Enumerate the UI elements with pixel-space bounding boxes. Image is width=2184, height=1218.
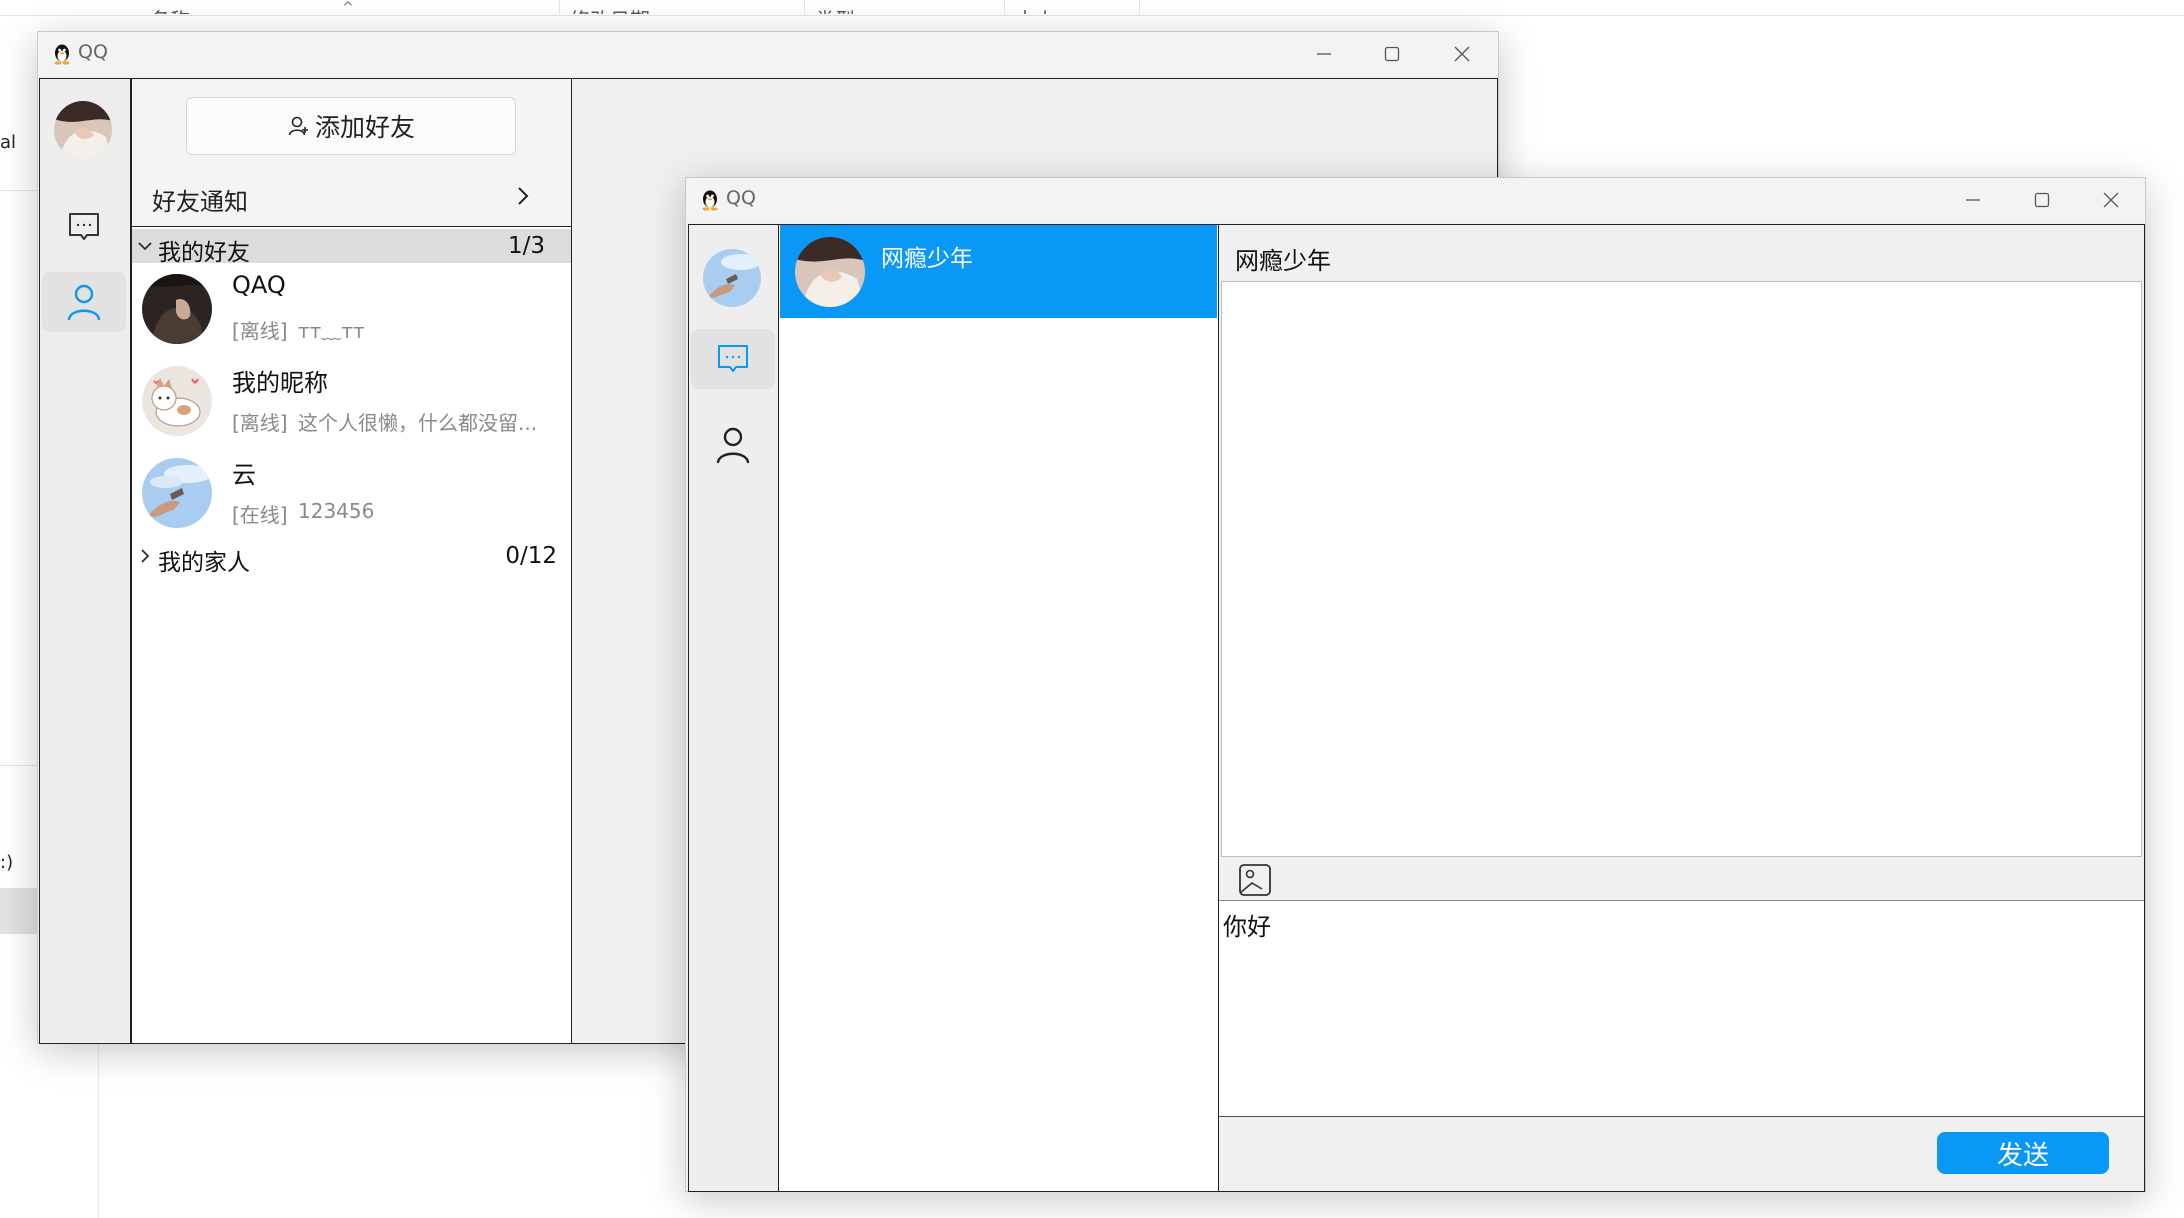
avatar-photo-icon — [54, 101, 112, 159]
sort-arrow-icon: ^ — [342, 0, 354, 16]
sidebar-fragment-label: :) — [0, 852, 14, 873]
user-avatar[interactable] — [54, 101, 112, 159]
person-icon — [67, 284, 101, 321]
friend-item[interactable]: QAQ [离线] ᴛᴛ﹏ᴛᴛ — [132, 263, 571, 355]
chat-title: 网瘾少年 — [1235, 247, 1331, 275]
group-name: 我的好友 — [158, 240, 250, 266]
title-bar[interactable]: QQ — [38, 32, 1498, 76]
friend-avatar — [142, 274, 212, 344]
nav-rail — [688, 224, 779, 1192]
add-friend-label: 添加好友 — [314, 113, 415, 142]
message-input[interactable]: 你好 — [1219, 901, 2144, 1117]
sidebar-divider — [0, 765, 38, 766]
friend-status: [离线] — [232, 411, 288, 435]
image-icon — [1239, 864, 1271, 896]
friend-status: [离线] — [232, 319, 288, 343]
title-bar[interactable]: QQ — [686, 178, 2145, 222]
avatar-photo-icon — [142, 274, 212, 344]
chat-window: QQ 网瘾少年 网瘾少年 你好 发送 — [685, 177, 2146, 1192]
chat-bubble-icon — [718, 345, 748, 372]
group-count: 0/12 — [505, 543, 557, 569]
image-button[interactable] — [1237, 863, 1273, 897]
conversation-avatar — [795, 237, 865, 307]
avatar-photo-icon — [795, 237, 865, 307]
chat-toolbar — [1219, 857, 2144, 901]
chevron-down-icon — [138, 242, 152, 251]
conversation-name: 网瘾少年 — [881, 246, 973, 272]
chat-bubble-icon — [69, 213, 99, 240]
group-header-my-friends[interactable]: 我的好友 1/3 — [132, 229, 571, 266]
close-icon — [2103, 192, 2119, 208]
close-button[interactable] — [1428, 32, 1496, 76]
avatar-sky-photo-icon — [142, 458, 212, 528]
group-name: 我的家人 — [158, 550, 250, 576]
avatar-cat-illustration-icon — [142, 366, 212, 436]
friend-avatar — [142, 366, 212, 436]
column-type[interactable]: 类型 — [805, 0, 1005, 14]
friend-signature: 这个人很懒，什么都没留... — [298, 411, 538, 435]
input-text: 你好 — [1223, 913, 1271, 941]
friend-item[interactable]: 我的昵称 [离线] 这个人很懒，什么都没留... — [132, 355, 571, 447]
friend-signature: 123456 — [298, 499, 375, 523]
column-header-bar: 名称 修改日期 类型 大小 ^ — [0, 0, 2184, 16]
friend-signature: ᴛᴛ﹏ᴛᴛ — [298, 319, 365, 343]
maximize-icon — [1384, 46, 1400, 62]
nav-contacts[interactable] — [691, 415, 775, 475]
add-person-icon — [288, 116, 308, 136]
friend-name: 云 — [232, 461, 256, 489]
avatar-sky-photo-icon — [703, 249, 761, 307]
sidebar-divider — [0, 190, 38, 191]
contacts-toolbar: 添加好友 好友通知 — [132, 79, 571, 227]
qq-penguin-icon — [702, 190, 718, 211]
chevron-right-icon — [518, 187, 529, 205]
nav-rail — [39, 78, 131, 1044]
chat-area: 网瘾少年 你好 发送 — [1219, 224, 2145, 1192]
chat-header: 网瘾少年 — [1219, 225, 2144, 281]
conversation-list: 网瘾少年 — [779, 224, 1219, 1192]
user-avatar[interactable] — [703, 249, 761, 307]
group-count: 1/3 — [507, 233, 545, 259]
close-icon — [1454, 46, 1470, 62]
content-divider — [98, 1030, 99, 1218]
column-date[interactable]: 修改日期 — [560, 0, 805, 14]
minimize-icon — [1966, 199, 1980, 201]
chevron-right-icon — [141, 549, 150, 563]
close-button[interactable] — [2077, 178, 2145, 222]
maximize-button[interactable] — [1358, 32, 1426, 76]
friend-notice-row[interactable]: 好友通知 — [132, 169, 571, 225]
friend-avatar — [142, 458, 212, 528]
add-friend-button[interactable]: 添加好友 — [186, 97, 516, 155]
friend-status: [在线] — [232, 503, 288, 527]
sidebar-selected-item[interactable] — [0, 888, 38, 934]
window-title: QQ — [78, 41, 108, 63]
group-header-my-family[interactable]: 我的家人 0/12 — [132, 539, 571, 576]
nav-messages[interactable] — [691, 329, 775, 389]
person-icon — [716, 427, 750, 464]
nav-contacts[interactable] — [42, 272, 126, 332]
minimize-button[interactable] — [1290, 32, 1358, 76]
conversation-item[interactable]: 网瘾少年 — [780, 225, 1217, 318]
window-title: QQ — [726, 187, 756, 209]
send-button[interactable]: 发送 — [1937, 1132, 2109, 1174]
contacts-panel: 添加好友 好友通知 我的好友 1/3 QAQ [离线] ᴛᴛ﹏ᴛᴛ 我的昵称 [… — [131, 78, 572, 1044]
qq-penguin-icon — [54, 44, 70, 65]
column-size[interactable]: 大小 — [1005, 0, 1140, 14]
nav-messages[interactable] — [42, 197, 126, 257]
friend-name: QAQ — [232, 271, 286, 299]
maximize-icon — [2034, 192, 2050, 208]
minimize-button[interactable] — [1939, 178, 2007, 222]
friend-notice-label: 好友通知 — [152, 188, 248, 216]
friend-item[interactable]: 云 [在线] 123456 — [132, 447, 571, 539]
friend-name: 我的昵称 — [232, 369, 328, 397]
message-history[interactable] — [1221, 281, 2142, 857]
minimize-icon — [1317, 53, 1331, 55]
sidebar-fragment-label: al — [0, 132, 17, 153]
maximize-button[interactable] — [2008, 178, 2076, 222]
